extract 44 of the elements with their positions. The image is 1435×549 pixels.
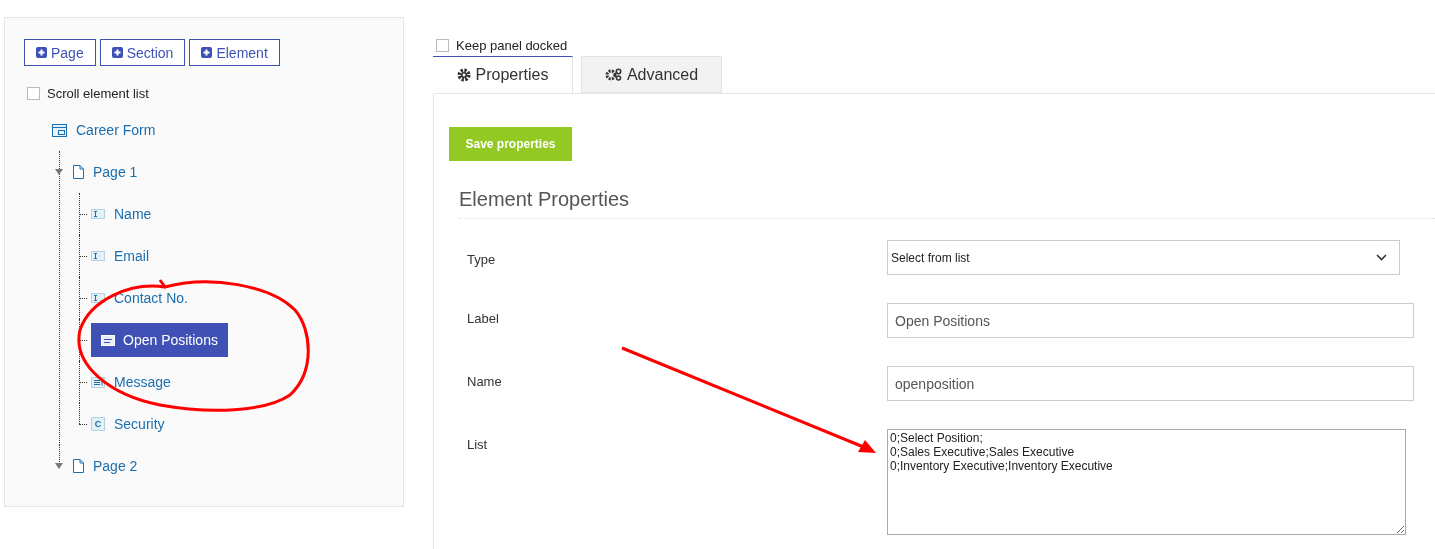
tree-item[interactable]: Open Positions [91,323,228,357]
document-icon [73,165,84,179]
text-field-icon [91,293,105,303]
checkbox-label: Keep panel docked [456,37,568,53]
add-button[interactable]: Element [189,39,280,66]
tree-item[interactable]: Career Form [52,122,156,138]
text-field-icon [91,251,105,261]
gear-icon [456,68,471,82]
tree-item[interactable]: Page 2 [73,458,138,474]
gears-icon [604,68,622,81]
document-icon [73,459,84,473]
chevron-down-icon [1376,254,1387,261]
plus-icon [36,47,47,58]
plus-icon [111,47,123,58]
type-dropdown[interactable]: Select from list [887,240,1400,275]
input-field[interactable]: Open Positions [887,303,1414,338]
tab[interactable]: Properties [433,56,573,93]
expand-arrow-icon[interactable] [55,463,63,469]
text-field-icon [91,209,105,219]
list-icon [101,334,115,346]
form-icon [52,123,67,137]
tree-item[interactable]: C Security [91,416,165,432]
field-label: Name [467,373,503,389]
tree-item[interactable]: Contact No. [91,290,188,306]
field-label: Label [467,310,500,326]
add-button[interactable]: Page [24,39,96,66]
tree-item[interactable]: Message [91,374,171,390]
field-label: Type [467,251,497,267]
tree-item[interactable]: Page 1 [73,164,138,180]
checkbox[interactable] [436,38,449,52]
text-area-icon [91,376,105,388]
input-field[interactable]: openposition [887,366,1414,401]
captcha-icon: C [91,417,105,431]
list-text-area[interactable]: 0;Select Position; 0;Sales Executive;Sales Executive 0;Inventory Executive;Inventory Executive [887,429,1406,535]
add-button[interactable]: Section [99,39,186,66]
plus-icon [201,47,213,58]
expand-arrow-icon[interactable] [55,169,63,175]
section-title: Element Properties [459,188,1435,219]
field-label: List [467,436,489,452]
checkbox[interactable] [27,87,40,100]
tree-item[interactable]: Email [91,248,149,264]
tab[interactable]: Advanced [581,56,722,93]
checkbox-label: Scroll element list [47,86,149,101]
tree-item[interactable]: Name [91,206,152,222]
